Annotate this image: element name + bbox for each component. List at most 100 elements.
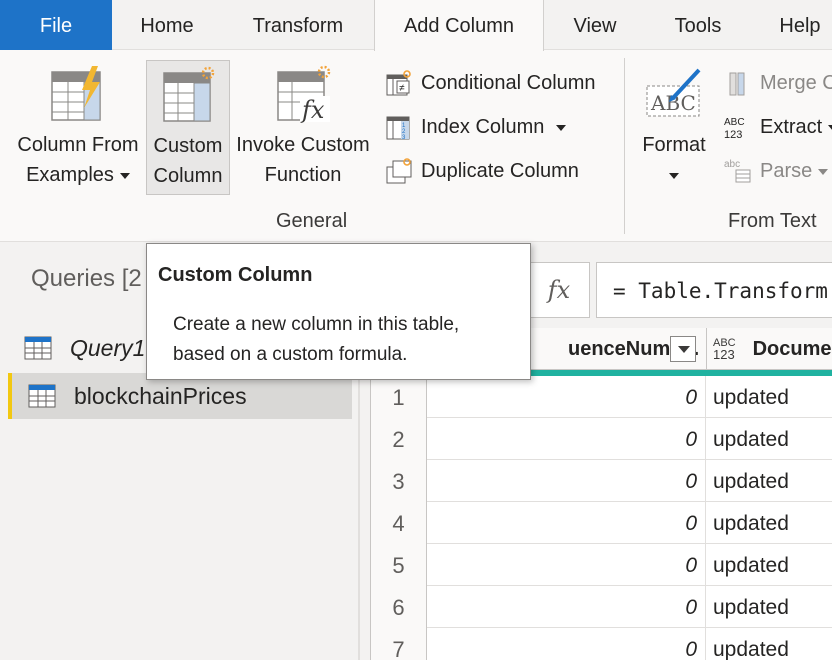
parse-label: Parse xyxy=(760,154,829,188)
type-123-label: 123 xyxy=(713,347,735,362)
tab-file[interactable]: File xyxy=(0,0,112,50)
row-number[interactable]: 7 xyxy=(371,628,427,660)
table-icon xyxy=(28,384,56,408)
chevron-down-icon xyxy=(556,124,567,131)
table-icon xyxy=(24,336,52,360)
tab-tools[interactable]: Tools xyxy=(646,0,750,50)
duplicate-column-label: Duplicate Column xyxy=(421,160,579,182)
row-number[interactable]: 3 xyxy=(371,460,427,502)
conditional-column-label: Conditional Column xyxy=(421,72,596,94)
cell-sequence-number[interactable]: 0 xyxy=(428,544,706,586)
fx-button[interactable]: fx xyxy=(528,262,590,318)
row-number[interactable]: 5 xyxy=(371,544,427,586)
index-column-icon: 1 2 3 xyxy=(386,116,410,141)
cell-sequence-number[interactable]: 0 xyxy=(428,502,706,544)
invoke-custom-function-button[interactable]: fx Invoke Custom Function xyxy=(232,60,374,200)
table-row: 6 0 updated xyxy=(371,586,832,628)
custom-column-label-1: Custom xyxy=(153,135,223,157)
tab-transform[interactable]: Transform xyxy=(222,0,374,50)
svg-text:ABC: ABC xyxy=(724,117,745,128)
chevron-down-icon xyxy=(818,168,829,175)
chevron-down-icon xyxy=(828,124,832,131)
group-label-general: General xyxy=(276,210,348,232)
group-label-from-text: From Text xyxy=(728,210,817,232)
column-from-examples-button[interactable]: Column From Examples xyxy=(10,60,146,200)
format-abc-glyph: ABC xyxy=(650,91,696,115)
column-type-icon[interactable]: ABC 123 xyxy=(713,328,747,362)
custom-column-tooltip: Custom Column Create a new column in thi… xyxy=(146,243,531,380)
ribbon: Column From Examples Custom Column fx In… xyxy=(0,50,832,242)
duplicate-column-button[interactable]: Duplicate Column xyxy=(385,154,605,188)
duplicate-column-icon xyxy=(386,158,412,184)
extract-label: Extract xyxy=(760,110,832,144)
conditional-column-button[interactable]: ≠ Conditional Column xyxy=(385,66,615,100)
tab-add-column[interactable]: Add Column xyxy=(374,0,544,51)
column-from-examples-label-1: Column From xyxy=(17,134,139,156)
query-item-label: blockchainPrices xyxy=(74,383,247,409)
custom-column-button[interactable]: Custom Column xyxy=(146,60,230,195)
cell-document[interactable]: updated xyxy=(707,586,832,628)
row-number[interactable]: 2 xyxy=(371,418,427,460)
chevron-down-icon xyxy=(669,172,679,179)
cell-sequence-number[interactable]: 0 xyxy=(428,460,706,502)
format-dropdown xyxy=(636,160,712,190)
queries-pane-title: Queries [2 xyxy=(31,265,142,292)
parse-abc-glyph: abc xyxy=(724,159,740,170)
column-from-examples-icon xyxy=(51,66,101,121)
ribbon-tab-bar: File Home Transform Add Column View Tool… xyxy=(0,0,832,51)
invoke-custom-function-label-1: Invoke Custom xyxy=(236,134,370,156)
table-row: 4 0 updated xyxy=(371,502,832,544)
invoke-custom-function-label-2: Function xyxy=(264,164,342,186)
conditional-column-icon: ≠ xyxy=(386,70,411,96)
query-item-label: Query1 xyxy=(70,335,146,361)
column-header-label: Docume xyxy=(752,338,832,360)
table-row: 1 0 updated xyxy=(371,376,832,418)
tooltip-body: Create a new column in this table, based… xyxy=(173,314,460,365)
svg-text:123: 123 xyxy=(724,129,742,141)
cell-document[interactable]: updated xyxy=(707,460,832,502)
merge-columns-label: Merge C xyxy=(760,72,832,94)
index-column-label: Index Column xyxy=(421,110,567,144)
cell-document[interactable]: updated xyxy=(707,628,832,660)
row-number[interactable]: 1 xyxy=(371,376,427,418)
row-number[interactable]: 6 xyxy=(371,586,427,628)
column-filter-button[interactable] xyxy=(670,336,696,362)
column-header-document[interactable]: ABC 123 Docume xyxy=(707,328,832,370)
parse-icon: abc xyxy=(724,159,751,183)
cell-sequence-number[interactable]: 0 xyxy=(428,376,706,418)
custom-column-icon xyxy=(163,66,215,122)
format-button[interactable]: ABC Format xyxy=(636,60,712,200)
format-icon: ABC xyxy=(646,68,701,117)
cell-document[interactable]: updated xyxy=(707,418,832,460)
merge-columns-icon xyxy=(729,72,745,96)
invoke-custom-function-icon: fx xyxy=(277,65,331,124)
formula-bar-input[interactable]: = Table.Transform xyxy=(596,262,832,318)
cell-document[interactable]: updated xyxy=(707,376,832,418)
cell-sequence-number[interactable]: 0 xyxy=(428,418,706,460)
tooltip-title: Custom Column xyxy=(158,264,313,286)
table-row: 2 0 updated xyxy=(371,418,832,460)
parse-button[interactable]: abc Parse xyxy=(724,154,832,188)
tab-home[interactable]: Home xyxy=(112,0,222,50)
extract-button[interactable]: ABC 123 Extract xyxy=(724,110,832,144)
column-from-examples-label-2: Examples xyxy=(10,160,146,190)
merge-columns-button[interactable]: Merge C xyxy=(724,66,832,100)
extract-icon: ABC 123 xyxy=(724,117,745,141)
cell-document[interactable]: updated xyxy=(707,502,832,544)
group-separator xyxy=(624,58,625,234)
tab-help[interactable]: Help xyxy=(750,0,832,50)
svg-text:fx: fx xyxy=(300,96,325,124)
table-row: 5 0 updated xyxy=(371,544,832,586)
row-number[interactable]: 4 xyxy=(371,502,427,544)
cell-sequence-number[interactable]: 0 xyxy=(428,628,706,660)
svg-text:≠: ≠ xyxy=(399,83,405,94)
table-row: 7 0 updated xyxy=(371,628,832,660)
index-column-button[interactable]: 1 2 3 Index Column xyxy=(385,110,585,144)
cell-sequence-number[interactable]: 0 xyxy=(428,586,706,628)
custom-column-label-2: Column xyxy=(153,165,223,187)
cell-document[interactable]: updated xyxy=(707,544,832,586)
table-row: 3 0 updated xyxy=(371,460,832,502)
chevron-down-icon xyxy=(119,172,130,179)
format-label: Format xyxy=(642,134,706,156)
tab-view[interactable]: View xyxy=(544,0,646,50)
